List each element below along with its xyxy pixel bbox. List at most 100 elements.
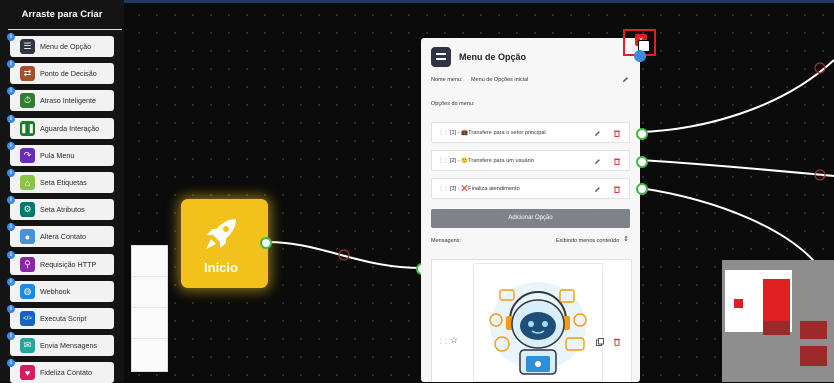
info-badge-icon[interactable]: i: [7, 141, 15, 150]
messages-label: Mensagens:: [431, 238, 461, 244]
duplicate-node-button[interactable]: [634, 50, 646, 62]
sidebar-item-envia-mensagens[interactable]: i ✉ Envia Mensagens: [7, 332, 114, 357]
delete-option-trash-icon[interactable]: [614, 186, 620, 193]
sidebar-item-label: Atraso Inteligente: [40, 96, 96, 106]
delete-option-trash-icon[interactable]: [614, 158, 620, 165]
edit-option-pencil-icon[interactable]: [594, 186, 601, 193]
sidebar-title: Arraste para Criar: [21, 9, 103, 20]
drag-handle-icon[interactable]: ⋮⋮: [438, 129, 449, 136]
info-badge-icon[interactable]: i: [7, 169, 15, 177]
sidebar-item-requisi-o-http[interactable]: i ⚲ Requisição HTTP: [7, 250, 114, 275]
info-badge-icon[interactable]: i: [7, 87, 15, 96]
sidebar-item-aguarda-intera-o[interactable]: i ❚❚ Aguarda Interação: [7, 114, 114, 139]
sidebar-item-label: Fideliza Contato: [40, 368, 92, 378]
minimap-node: [800, 321, 827, 339]
edit-name-pencil-icon[interactable]: [622, 76, 629, 83]
flow-edges: [267, 59, 834, 269]
info-badge-icon[interactable]: i: [7, 114, 15, 123]
sidebar-item-seta-atributos[interactable]: i ⚙ Seta Atributos: [7, 196, 114, 221]
message-item[interactable]: ⋮⋮ ☆: [431, 259, 632, 382]
edit-option-pencil-icon[interactable]: [594, 130, 601, 137]
menu-option-card[interactable]: Menu de Opção Nome menu: Menu de Opções …: [421, 38, 640, 382]
options-label: Opções do menu:: [431, 101, 475, 107]
info-badge-icon[interactable]: i: [7, 196, 15, 205]
sidebar-item-label: Ponto de Decisão: [40, 69, 97, 79]
add-option-button[interactable]: Adicionar Opção: [431, 209, 630, 228]
start-node[interactable]: Inicio: [181, 199, 268, 288]
option-row[interactable]: ⋮⋮ [3] - ❌Finaliza atendimento: [431, 178, 630, 199]
delete-message-trash-icon[interactable]: [614, 338, 620, 346]
timer-icon: ⏱: [20, 93, 35, 109]
code-icon: </>: [20, 311, 35, 326]
menu-name-value: Menu de Opções inicial: [471, 77, 529, 83]
minimap-node: [800, 346, 827, 366]
sidebar-item-label: Menu de Opção: [40, 42, 92, 51]
edge-option-2: [639, 159, 834, 177]
info-badge-icon[interactable]: i: [7, 60, 15, 69]
start-output-port[interactable]: [260, 237, 272, 249]
sidebar-item-label: Seta Etiquetas: [40, 178, 87, 187]
menu-lines-icon: ☰: [20, 39, 35, 54]
sidebar-item-label: Envia Mensagens: [40, 341, 98, 351]
sidebar-item-pula-menu[interactable]: i ↷ Pula Menu: [7, 141, 114, 166]
tags-icon: ⌂: [20, 175, 35, 190]
info-badge-icon[interactable]: i: [7, 250, 15, 259]
menu-lines-icon: [431, 47, 451, 67]
drag-handle-icon[interactable]: ⋮⋮: [438, 185, 449, 192]
option-row[interactable]: ⋮⋮ [1] - 💼Transfere para o setor princip…: [431, 122, 630, 143]
minimap[interactable]: [722, 260, 834, 382]
duplicate-message-icon[interactable]: [596, 338, 604, 346]
webhook-share-icon: ⚲: [20, 256, 35, 272]
sidebar-item-ponto-de-decis-o[interactable]: i ⇄ Ponto de Decisão: [7, 60, 114, 85]
expand-collapse-icon[interactable]: ⇕: [623, 235, 629, 243]
info-badge-icon[interactable]: i: [7, 33, 15, 41]
attributes-icon: ⚙: [20, 202, 35, 218]
option-1-output-port[interactable]: [636, 128, 648, 140]
side-panel: [131, 245, 168, 372]
option-text: [1] - 💼Transfere para o setor principal: [450, 130, 546, 136]
signpost-icon: ⇄: [20, 66, 35, 82]
edge-option-3: [639, 187, 821, 269]
card-title: Menu de Opção: [459, 52, 527, 62]
minimap-node: [763, 321, 790, 335]
sidebar-item-menu-de-op-o[interactable]: i ☰ Menu de Opção: [7, 33, 114, 57]
drag-handle-icon[interactable]: ⋮⋮: [438, 338, 449, 345]
rocket-icon: [206, 219, 236, 249]
loyalty-icon: ♥: [20, 365, 35, 381]
sidebar-item-executa-script[interactable]: i </> Executa Script: [7, 305, 114, 329]
sidebar-item-seta-etiquetas[interactable]: i ⌂ Seta Etiquetas: [7, 169, 114, 193]
delete-option-trash-icon[interactable]: [614, 130, 620, 137]
option-text: [3] - ❌Finaliza atendimento: [450, 186, 520, 192]
minimap-node: [734, 299, 743, 308]
menu-name-label: Nome menu:: [431, 77, 463, 83]
info-badge-icon[interactable]: i: [7, 305, 15, 313]
option-3-output-port[interactable]: [636, 183, 648, 195]
option-row[interactable]: ⋮⋮ [2] - 😊Transfere para um usuário: [431, 150, 630, 171]
minimap-node: [763, 279, 790, 323]
info-badge-icon[interactable]: i: [7, 359, 15, 368]
sidebar-item-atraso-inteligente[interactable]: i ⏱ Atraso Inteligente: [7, 87, 114, 112]
chat-icon: ✉: [20, 338, 35, 354]
robot-icon: [489, 282, 587, 375]
edge-option-1: [639, 59, 834, 133]
sidebar-item-label: Altera Contato: [40, 232, 86, 242]
globe-icon: ◍: [20, 283, 35, 299]
drag-handle-icon[interactable]: ⋮⋮: [438, 157, 449, 164]
sidebar-item-label: Executa Script: [40, 314, 87, 323]
pause-icon: ❚❚: [20, 120, 35, 136]
show-less-toggle[interactable]: Exibindo menos conteúdo: [556, 238, 619, 244]
edge-start-to-menu: [267, 241, 422, 269]
sidebar-item-altera-contato[interactable]: i ● Altera Contato: [7, 223, 114, 248]
star-icon[interactable]: ☆: [450, 335, 458, 346]
edit-option-pencil-icon[interactable]: [594, 158, 601, 165]
info-badge-icon[interactable]: i: [7, 332, 15, 341]
info-badge-icon[interactable]: i: [7, 223, 15, 232]
sidebar-item-fideliza-contato[interactable]: i ♥ Fideliza Contato: [7, 359, 114, 383]
info-badge-icon[interactable]: i: [7, 277, 15, 286]
sidebar-item-label: Seta Atributos: [40, 205, 85, 215]
option-2-output-port[interactable]: [636, 156, 648, 168]
sidebar-item-webhook[interactable]: i ◍ Webhook: [7, 277, 114, 302]
sidebar-item-label: Pula Menu: [40, 150, 75, 160]
sidebar-item-label: Webhook: [40, 286, 71, 296]
sidebar-divider: [8, 29, 122, 30]
